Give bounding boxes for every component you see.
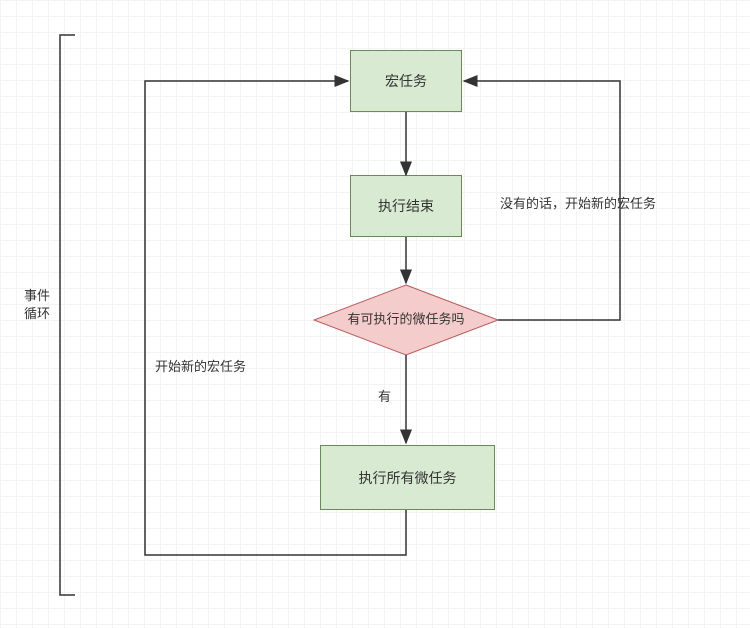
diagram-svg: 有可执行的微任务吗	[0, 0, 750, 628]
node-decision-label: 有可执行的微任务吗	[347, 311, 464, 326]
arrow-decision-no	[464, 81, 620, 320]
node-decision: 有可执行的微任务吗	[314, 285, 498, 355]
bracket-path	[60, 35, 75, 595]
